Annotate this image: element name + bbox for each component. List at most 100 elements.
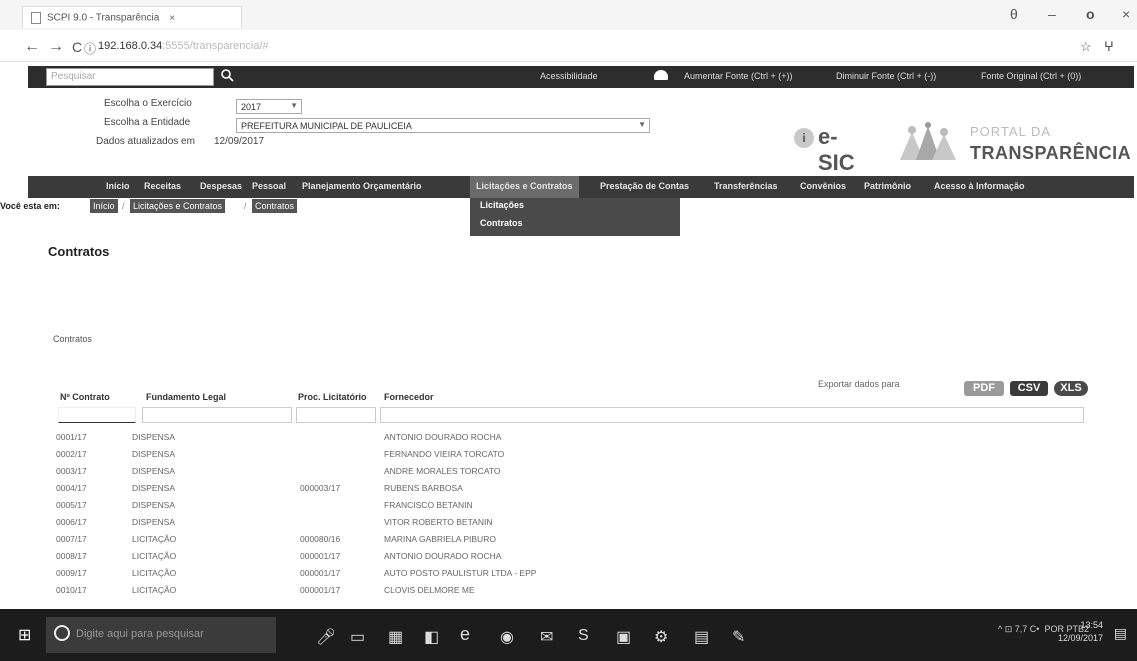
- search-icon[interactable]: [216, 68, 238, 86]
- close-window-button[interactable]: ×: [1122, 6, 1130, 22]
- back-icon[interactable]: ←: [24, 38, 40, 56]
- cell-contrato: 0006/17: [56, 517, 87, 527]
- app-icon[interactable]: ▤: [694, 627, 709, 647]
- col-header-fundamento[interactable]: Fundamento Legal: [146, 392, 226, 402]
- table-row[interactable]: 0003/17 DISPENSA ANDRE MORALES TORCATO: [56, 466, 656, 480]
- export-csv-button[interactable]: CSV: [1010, 381, 1048, 396]
- clock-date: 12/09/2017: [1057, 633, 1103, 643]
- cell-fornecedor: ANTONIO DOURADO ROCHA: [384, 432, 502, 442]
- cell-fornecedor: ANTONIO DOURADO ROCHA: [384, 551, 502, 561]
- nav-item-pessoal[interactable]: Pessoal: [252, 181, 286, 191]
- cell-fundamento: DISPENSA: [132, 432, 175, 442]
- address-input[interactable]: 192.168.0.34:5555/transparencia/#: [98, 40, 269, 52]
- network-app-icon[interactable]: ⚙: [654, 627, 668, 647]
- exercise-select[interactable]: 2017 ▼: [236, 99, 302, 114]
- cell-fornecedor: FRANCISCO BETANIN: [384, 500, 473, 510]
- windows-taskbar: ⊞ Digite aqui para pesquisar 🎤︎ ▭ ▦ ◧ e …: [0, 609, 1137, 661]
- cell-contrato: 0009/17: [56, 568, 87, 578]
- cell-processo: 000003/17: [300, 483, 341, 493]
- nav-item-despesas[interactable]: Despesas: [200, 181, 242, 191]
- cell-fornecedor: FERNANDO VIEIRA TORCATO: [384, 449, 505, 459]
- col-header-fornecedor[interactable]: Fornecedor: [384, 392, 434, 402]
- site-search-input[interactable]: Pesquisar: [46, 68, 214, 86]
- taskbar-clock[interactable]: 13:54 12/09/2017: [1058, 619, 1103, 645]
- store-icon[interactable]: ◧: [424, 627, 439, 647]
- font-reset-link[interactable]: Fonte Original (Ctrl + (0)): [981, 71, 1081, 81]
- task-view-icon[interactable]: ▭: [350, 627, 365, 647]
- nav-item-licitacoes[interactable]: Licitações e Contratos: [470, 176, 579, 198]
- dropdown-item-contratos[interactable]: Contratos: [480, 218, 523, 228]
- nav-item-planejamento[interactable]: Planejamento Orçamentário: [302, 181, 422, 191]
- cell-processo: 000001/17: [300, 568, 341, 578]
- paint-icon[interactable]: ✎: [732, 627, 745, 647]
- calculator-icon[interactable]: ▦: [388, 627, 403, 647]
- col-header-processo[interactable]: Proc. Licitatório: [298, 392, 367, 402]
- forward-icon[interactable]: →: [48, 38, 64, 56]
- table-row[interactable]: 0010/17 LICITAÇÃO 000001/17 CLOVIS DELMORE …: [56, 585, 656, 599]
- page-title: Contratos: [48, 244, 110, 259]
- reload-icon[interactable]: C: [72, 39, 82, 55]
- nav-item-receitas[interactable]: Receitas: [144, 181, 181, 191]
- search-icon-glyph: [221, 69, 234, 82]
- accessibility-icon[interactable]: [654, 70, 668, 80]
- nav-item-prestacao[interactable]: Prestação de Contas: [600, 181, 689, 191]
- nav-item-convenios[interactable]: Convênios: [800, 181, 846, 191]
- edge-icon[interactable]: e: [460, 624, 470, 645]
- cell-fornecedor: RUBENS BARBOSA: [384, 483, 463, 493]
- profile-icon[interactable]: θ: [1010, 6, 1018, 22]
- accessibility-link[interactable]: Acessibilidade: [540, 71, 598, 81]
- font-increase-link[interactable]: Aumentar Fonte (Ctrl + (+)): [684, 71, 793, 81]
- table-row[interactable]: 0005/17 DISPENSA FRANCISCO BETANIN: [56, 500, 656, 514]
- chrome-icon[interactable]: ◉: [500, 627, 514, 647]
- portal-title-line1: PORTAL DA: [970, 124, 1052, 139]
- taskbar-search-box[interactable]: Digite aqui para pesquisar: [46, 617, 276, 653]
- info-icon[interactable]: ⓘ: [84, 40, 96, 57]
- table-row[interactable]: 0009/17 LICITAÇÃO 000001/17 AUTO POSTO PAUL…: [56, 568, 656, 582]
- cell-processo: 000080/16: [300, 534, 341, 544]
- table-row[interactable]: 0004/17 DISPENSA 000003/17 RUBENS BARBOSA: [56, 483, 656, 497]
- windows-start-icon[interactable]: ⊞: [18, 625, 31, 645]
- address-host: 192.168.0.34: [98, 40, 163, 52]
- breadcrumb-contratos[interactable]: Contratos: [252, 199, 298, 213]
- extension-icon[interactable]: ⵖ: [1104, 39, 1114, 55]
- browser-tabbar: SCPI 9.0 - Transparência × θ – o ×: [0, 0, 1137, 30]
- bookmark-star-icon[interactable]: ☆: [1080, 39, 1092, 55]
- filter-fundamento-input[interactable]: [142, 407, 292, 423]
- notifications-icon[interactable]: ▤: [1114, 625, 1127, 642]
- filter-fornecedor-input[interactable]: [380, 407, 1084, 423]
- table-row[interactable]: 0007/17 LICITAÇÃO 000080/16 MARINA GABRIELA…: [56, 534, 656, 548]
- export-pdf-button[interactable]: PDF: [964, 381, 1004, 396]
- maximize-button[interactable]: o: [1086, 6, 1095, 22]
- font-decrease-link[interactable]: Diminuir Fonte (Ctrl + (-)): [836, 71, 936, 81]
- nav-item-acesso[interactable]: Acesso à Informação: [934, 181, 1025, 191]
- nav-item-patrimonio[interactable]: Patrimônio: [864, 181, 911, 191]
- skype-icon[interactable]: S: [578, 627, 589, 645]
- cell-fornecedor: MARINA GABRIELA PIBURO: [384, 534, 496, 544]
- table-row[interactable]: 0008/17 LICITAÇÃO 000001/17 ANTONIO DOURADO…: [56, 551, 656, 565]
- microphone-icon[interactable]: 🎤︎: [316, 627, 336, 647]
- table-row[interactable]: 0002/17 DISPENSA FERNANDO VIEIRA TORCATO: [56, 449, 656, 463]
- entity-select[interactable]: PREFEITURA MUNICIPAL DE PAULICEIA ▼: [236, 118, 650, 133]
- export-xls-button[interactable]: XLS: [1054, 381, 1088, 396]
- browser-tab[interactable]: SCPI 9.0 - Transparência ×: [22, 6, 242, 28]
- table-row[interactable]: 0001/17 DISPENSA ANTONIO DOURADO ROCHA: [56, 432, 656, 446]
- cell-fundamento: LICITAÇÃO: [132, 585, 177, 595]
- tab-close-icon[interactable]: ×: [169, 13, 175, 24]
- entity-label: Escolha a Entidade: [104, 117, 191, 128]
- minimize-button[interactable]: –: [1048, 6, 1056, 22]
- nav-item-transferencias[interactable]: Transferências: [714, 181, 778, 191]
- breadcrumb-licitacoes[interactable]: Licitações e Contratos: [130, 199, 226, 213]
- filter-contrato-input[interactable]: [58, 407, 136, 423]
- mail-icon[interactable]: ✉: [540, 627, 553, 647]
- address-path: :5555/transparencia/#: [162, 40, 269, 52]
- exercise-label: Escolha o Exercício: [104, 98, 192, 109]
- breadcrumb-inicio[interactable]: Início: [90, 199, 118, 213]
- dropdown-item-licitacoes[interactable]: Licitações: [480, 200, 524, 210]
- nav-item-inicio[interactable]: Início: [106, 181, 130, 191]
- table-row[interactable]: 0006/17 DISPENSA VITOR ROBERTO BETANIN: [56, 517, 656, 531]
- col-header-contrato[interactable]: Nº Contrato: [60, 392, 110, 402]
- photos-icon[interactable]: ▣: [616, 627, 631, 647]
- clock-time: 13:54: [1080, 620, 1103, 630]
- esic-text: e-SIC: [818, 124, 855, 175]
- filter-processo-input[interactable]: [296, 407, 376, 423]
